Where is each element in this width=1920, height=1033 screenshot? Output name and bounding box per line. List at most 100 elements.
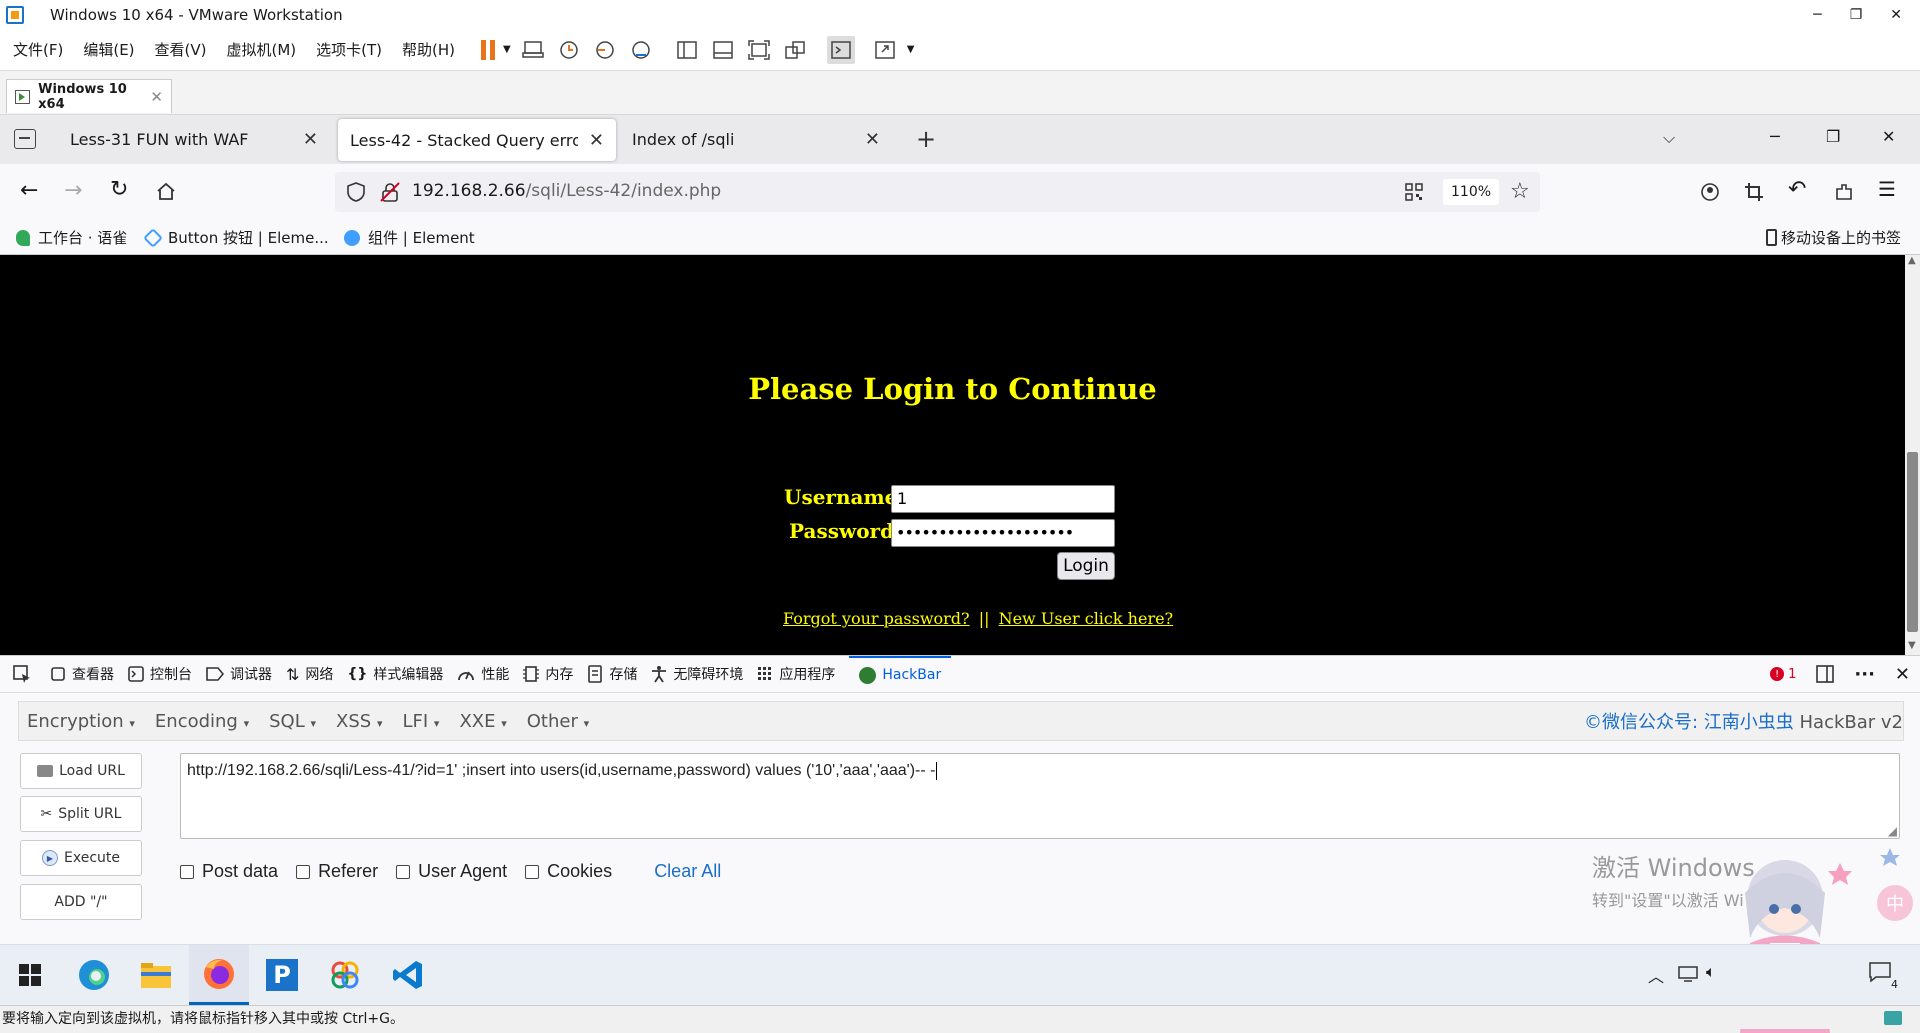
pause-dropdown-icon[interactable]: ▼ xyxy=(503,44,511,55)
stretch-dropdown-icon[interactable]: ▼ xyxy=(907,44,915,55)
vscode-icon[interactable] xyxy=(378,945,438,1005)
close-icon[interactable]: ✕ xyxy=(1890,7,1902,23)
password-input[interactable]: ••••••••••••••••••••• xyxy=(891,519,1115,547)
error-counter[interactable]: ! 1 xyxy=(1770,667,1796,682)
menu-other[interactable]: Other ▾ xyxy=(527,711,589,732)
tab-accessibility[interactable]: 无障碍环境 xyxy=(651,664,743,684)
menu-edit[interactable]: 编辑(E) xyxy=(83,39,134,60)
split-url-button[interactable]: ✂ Split URL xyxy=(20,796,142,832)
scroll-thumb[interactable] xyxy=(1907,452,1918,632)
fullscreen-icon[interactable] xyxy=(745,36,773,64)
restore-icon[interactable]: ❐ xyxy=(1850,7,1863,23)
app-menu-icon[interactable]: ☰ xyxy=(1878,177,1896,201)
menu-xxe[interactable]: XXE ▾ xyxy=(459,711,506,732)
qr-code-icon[interactable] xyxy=(1405,183,1423,201)
tab-less-31[interactable]: Less-31 FUN with WAF ✕ xyxy=(58,115,330,164)
page-scrollbar[interactable]: ▲ ▼ xyxy=(1905,255,1920,655)
menu-tabs[interactable]: 选项卡(T) xyxy=(316,39,382,60)
add-slash-button[interactable]: ADD "/" xyxy=(20,884,142,920)
send-ctrl-alt-del-icon[interactable] xyxy=(519,36,547,64)
tab-inspector[interactable]: 查看器 xyxy=(50,664,114,684)
firefox-icon[interactable] xyxy=(189,945,249,1005)
revert-snapshot-icon[interactable] xyxy=(591,36,619,64)
forward-icon[interactable]: → xyxy=(64,178,82,203)
thumbnail-bar-icon[interactable] xyxy=(709,36,737,64)
menu-view[interactable]: 查看(V) xyxy=(155,39,207,60)
network-tray-icon[interactable] xyxy=(1678,965,1698,983)
username-input[interactable]: 1 xyxy=(891,485,1115,513)
menu-lfi[interactable]: LFI ▾ xyxy=(402,711,439,732)
new-tab-icon[interactable]: + xyxy=(916,125,936,153)
bookmark-star-icon[interactable]: ☆ xyxy=(1510,179,1530,204)
load-url-button[interactable]: Load URL xyxy=(20,753,142,789)
pycharm-icon[interactable]: P xyxy=(252,945,312,1005)
ff-minimize-icon[interactable]: ─ xyxy=(1770,127,1780,146)
forgot-password-link[interactable]: Forgot your password? xyxy=(783,609,970,628)
tab-style-editor[interactable]: {} 样式编辑器 xyxy=(347,664,443,684)
status-device-icon[interactable] xyxy=(1884,1010,1902,1025)
bookmark-button[interactable]: Button 按钮 | Eleme... xyxy=(143,227,329,248)
zoom-level[interactable]: 110% xyxy=(1443,179,1500,205)
account-icon[interactable] xyxy=(1700,182,1720,202)
snapshot-manager-icon[interactable] xyxy=(627,36,655,64)
menu-file[interactable]: 文件(F) xyxy=(13,39,63,60)
dock-icon[interactable] xyxy=(1816,665,1835,683)
menu-xss[interactable]: XSS ▾ xyxy=(336,711,382,732)
shield-icon[interactable] xyxy=(347,182,365,202)
menu-sql[interactable]: SQL ▾ xyxy=(269,711,316,732)
tab-close-icon[interactable]: ✕ xyxy=(589,130,604,151)
ff-restore-icon[interactable]: ❐ xyxy=(1826,127,1840,146)
post-data-checkbox[interactable]: Post data xyxy=(180,861,278,882)
clear-all-link[interactable]: Clear All xyxy=(654,861,721,882)
tab-storage[interactable]: 存储 xyxy=(587,664,637,684)
scroll-down-icon[interactable]: ▼ xyxy=(1908,640,1916,651)
new-user-link[interactable]: New User click here? xyxy=(999,609,1174,628)
tab-console[interactable]: 控制台 xyxy=(128,664,192,684)
ff-close-icon[interactable]: ✕ xyxy=(1882,127,1895,146)
tab-application[interactable]: 应用程序 xyxy=(757,664,835,684)
unity-mode-icon[interactable] xyxy=(781,36,809,64)
edge-icon[interactable] xyxy=(64,945,124,1005)
home-icon[interactable] xyxy=(155,181,177,201)
vm-tab-close-icon[interactable]: ✕ xyxy=(150,88,163,106)
tab-performance[interactable]: 性能 xyxy=(457,664,509,684)
resize-grip-icon[interactable]: ◢ xyxy=(1888,824,1897,838)
extensions-icon[interactable] xyxy=(1834,182,1854,202)
tab-close-icon[interactable]: ✕ xyxy=(303,129,318,150)
console-view-icon[interactable] xyxy=(826,35,855,64)
user-agent-checkbox[interactable]: User Agent xyxy=(396,861,507,882)
file-explorer-icon[interactable] xyxy=(126,945,186,1005)
url-textarea[interactable]: http://192.168.2.66/sqli/Less-41/?id=1' … xyxy=(180,753,1900,839)
execute-button[interactable]: ▶ Execute xyxy=(20,840,142,876)
referer-checkbox[interactable]: Referer xyxy=(296,861,378,882)
menu-help[interactable]: 帮助(H) xyxy=(402,39,455,60)
volume-tray-icon[interactable]: 🔈︎ xyxy=(1706,962,1716,982)
tab-memory[interactable]: 内存 xyxy=(523,664,573,684)
minimize-icon[interactable]: ─ xyxy=(1813,7,1821,23)
notification-center[interactable]: 4 xyxy=(1868,961,1898,991)
pause-icon[interactable] xyxy=(481,39,496,60)
tab-debugger[interactable]: 调试器 xyxy=(206,664,272,684)
snapshot-icon[interactable] xyxy=(555,36,583,64)
tab-hackbar[interactable]: HackBar xyxy=(849,655,952,693)
app-flower-icon[interactable] xyxy=(315,945,375,1005)
mobile-bookmarks[interactable]: 移动设备上的书签 xyxy=(1766,227,1901,248)
list-tabs-icon[interactable]: ⌵ xyxy=(1663,128,1675,148)
insecure-lock-icon[interactable] xyxy=(380,182,400,202)
tab-index-sqli[interactable]: Index of /sqli ✕ xyxy=(620,115,892,164)
firefox-view-icon[interactable] xyxy=(14,129,36,149)
reload-icon[interactable]: ↻ xyxy=(110,177,128,202)
element-picker-icon[interactable] xyxy=(12,664,32,684)
bookmark-element[interactable]: 组件 | Element xyxy=(344,227,475,248)
vm-tab[interactable]: Windows 10 x64 ✕ xyxy=(6,79,172,113)
menu-encryption[interactable]: Encryption ▾ xyxy=(27,711,135,732)
bookmark-yuque[interactable]: 工作台 · 语雀 xyxy=(16,227,127,248)
more-options-icon[interactable]: ··· xyxy=(1854,664,1875,685)
start-button[interactable] xyxy=(0,945,60,1005)
undo-icon[interactable]: ↶ xyxy=(1788,177,1806,202)
url-bar[interactable]: 192.168.2.66/sqli/Less-42/index.php 110%… xyxy=(335,172,1540,212)
back-icon[interactable]: ← xyxy=(20,178,38,203)
tab-close-icon[interactable]: ✕ xyxy=(865,129,880,150)
devtools-close-icon[interactable]: ✕ xyxy=(1895,664,1910,685)
login-button[interactable]: Login xyxy=(1057,552,1115,580)
